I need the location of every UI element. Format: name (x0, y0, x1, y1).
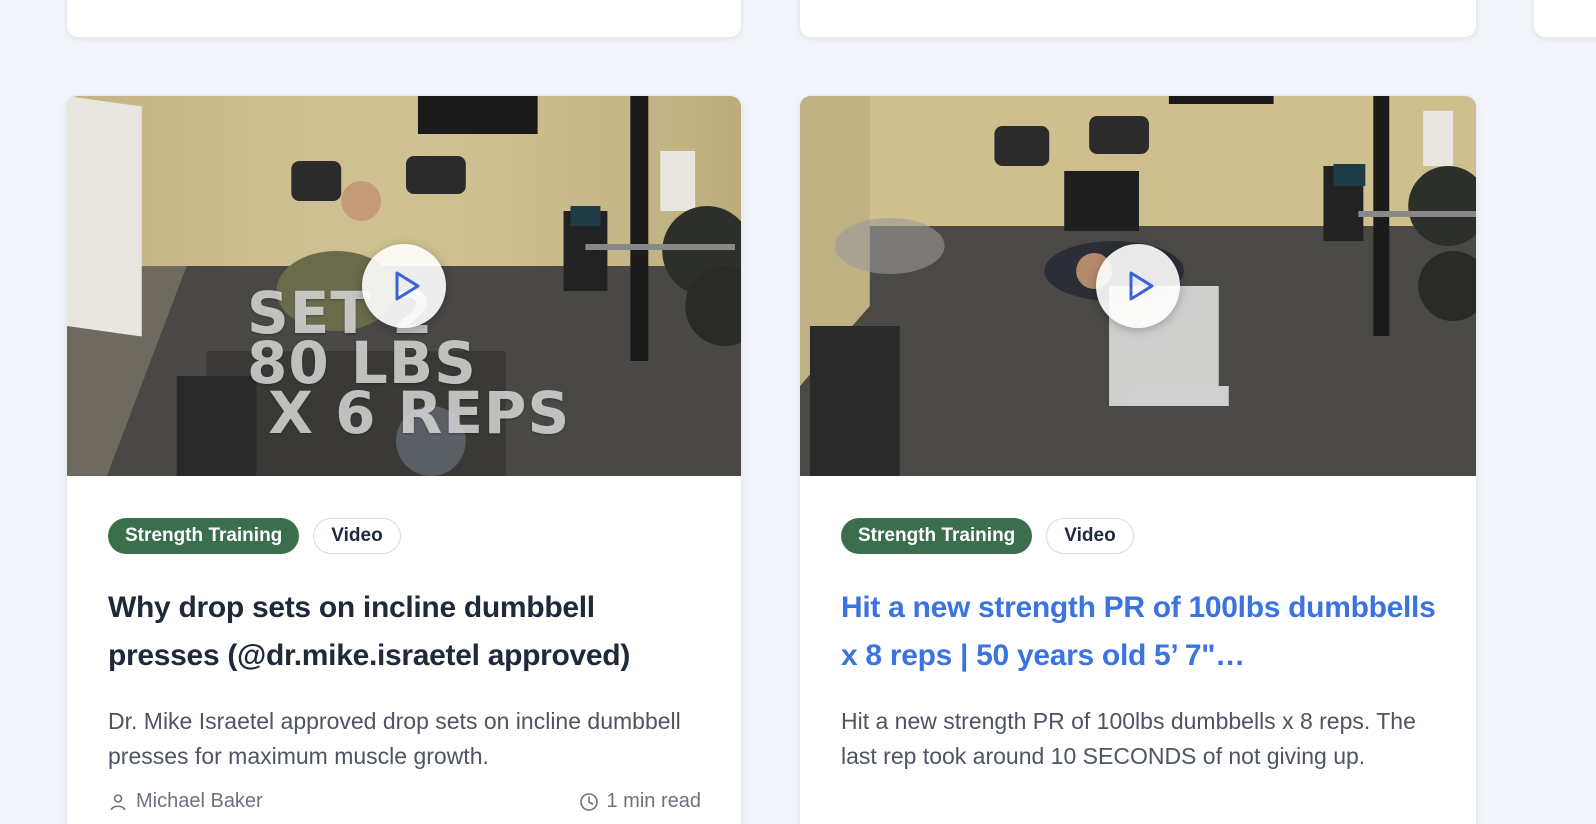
tag-list: Strength Training Video (108, 518, 701, 554)
play-button[interactable] (362, 244, 446, 328)
article-title[interactable]: Why drop sets on incline dumbbell presse… (108, 584, 701, 680)
read-time: 1 min read (579, 790, 702, 813)
play-icon (395, 271, 420, 301)
type-tag[interactable]: Video (1046, 518, 1134, 554)
play-button[interactable] (1096, 244, 1180, 328)
type-tag[interactable]: Video (313, 518, 401, 554)
article-grid: SET 2 80 LBS X 6 REPS Strength Training … (0, 0, 1596, 824)
category-tag[interactable]: Strength Training (841, 518, 1033, 554)
article-description: Hit a new strength PR of 100lbs dumbbell… (841, 708, 1416, 769)
tag-list: Strength Training Video (841, 518, 1436, 554)
read-time-label: 1 min read (606, 790, 702, 812)
author: Michael Baker (108, 790, 263, 813)
play-icon (1129, 271, 1154, 301)
article-card[interactable]: Strength Training Video Hit a new streng… (799, 95, 1477, 824)
video-thumbnail[interactable]: SET 2 80 LBS X 6 REPS (67, 96, 741, 476)
category-tag[interactable]: Strength Training (108, 518, 300, 554)
article-description: Dr. Mike Israetel approved drop sets on … (108, 708, 681, 769)
previous-card-bottom[interactable] (799, 0, 1477, 38)
author-name: Michael Baker (136, 790, 263, 812)
user-icon (110, 793, 126, 810)
article-meta: Michael Baker 1 min read (108, 790, 701, 813)
clock-icon (579, 792, 598, 811)
article-title[interactable]: Hit a new strength PR of 100lbs dumbbell… (841, 584, 1436, 680)
previous-card-bottom[interactable] (66, 0, 742, 38)
previous-card-bottom[interactable] (1533, 0, 1596, 38)
article-card[interactable]: SET 2 80 LBS X 6 REPS Strength Training … (66, 95, 742, 824)
video-thumbnail[interactable] (800, 96, 1476, 476)
